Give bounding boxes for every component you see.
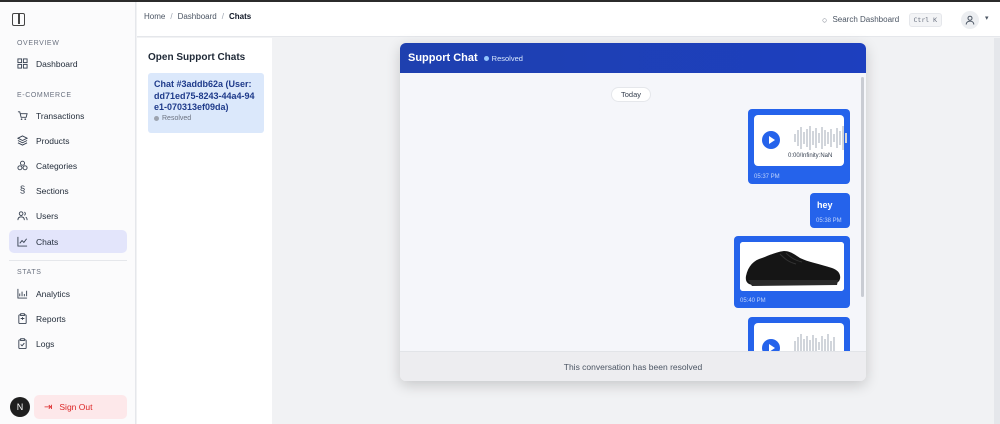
breadcrumb: Home / Dashboard / Chats <box>144 12 251 21</box>
chat-scrollbar[interactable] <box>861 77 864 297</box>
search-icon: ○ <box>822 14 828 25</box>
shapes-icon <box>17 160 28 171</box>
waveform <box>794 125 847 151</box>
sidebar-item-label: Products <box>36 135 70 146</box>
breadcrumb-current: Chats <box>228 12 252 21</box>
audio-duration: 0:00/Infinity:NaN <box>788 153 833 159</box>
search-input[interactable]: ○ Search Dashboard Ctrl K <box>816 10 946 29</box>
play-icon[interactable] <box>762 339 780 351</box>
sidebar-item-label: Logs <box>36 338 55 349</box>
sidebar-item-products[interactable]: Products <box>9 129 127 152</box>
sidebar-item-label: Chats <box>36 236 59 247</box>
dashboard-icon <box>17 58 28 69</box>
clipboard-icon <box>17 313 28 324</box>
section-label-stats: STATS <box>17 269 42 276</box>
sidebar-item-categories[interactable]: Categories <box>9 154 127 177</box>
section-label-overview: OVERVIEW <box>17 40 60 47</box>
sidebar-item-reports[interactable]: Reports <box>9 307 127 330</box>
sidebar-item-label: Reports <box>36 313 66 324</box>
user-icon <box>965 15 975 25</box>
section-icon: § <box>19 185 26 196</box>
page-scrollbar[interactable] <box>994 38 1000 424</box>
cart-icon <box>17 110 28 121</box>
audio-player[interactable] <box>754 323 844 351</box>
message-bubble-audio <box>748 317 850 351</box>
sidebar-item-label: Transactions <box>36 110 85 121</box>
resolved-notice: This conversation has been resolved <box>400 351 866 381</box>
message-bubble-image: 05:40 PM <box>734 236 850 308</box>
message-text: hey <box>817 200 833 210</box>
shoe-image[interactable] <box>740 242 844 291</box>
message-bubble-audio: 0:00/Infinity:NaN 05:37 PM <box>748 109 850 184</box>
breadcrumb-home[interactable]: Home <box>144 12 165 21</box>
waveform <box>794 333 835 351</box>
sidebar-item-label: Categories <box>36 160 78 171</box>
chat-header: Support Chat Resolved <box>400 43 866 73</box>
sidebar-item-sections[interactable]: § Sections <box>9 179 127 202</box>
user-menu-button[interactable] <box>961 11 979 29</box>
sidebar-item-label: Dashboard <box>36 58 78 69</box>
sidebar-item-analytics[interactable]: Analytics <box>9 282 127 305</box>
chat-list-item[interactable]: Chat #3addb62a (User: dd71ed75-8243-44a4… <box>148 73 264 133</box>
sidebar-item-users[interactable]: Users <box>9 204 127 227</box>
day-separator: Today <box>611 87 652 102</box>
status-badge: Resolved <box>483 53 523 63</box>
status-dot <box>154 115 159 121</box>
chart-icon <box>17 236 28 247</box>
sidebar-toggle-icon[interactable] <box>12 13 25 26</box>
top-header: Home / Dashboard / Chats ○ Search Dashbo… <box>137 2 1000 37</box>
sidebar-item-chats[interactable]: Chats <box>9 230 127 253</box>
sidebar-item-dashboard[interactable]: Dashboard <box>9 52 127 75</box>
sidebar-item-label: Users <box>36 210 59 221</box>
sidebar-item-label: Sections <box>36 185 69 196</box>
sidebar-divider <box>9 260 127 261</box>
message-list: Today 0:00/Infinity:NaN 05:37 PM hey 05:… <box>400 73 866 351</box>
sign-out-label: Sign Out <box>59 402 93 412</box>
play-icon[interactable] <box>762 131 780 149</box>
chevron-down-icon[interactable]: ▾ <box>985 14 989 22</box>
sidebar-item-logs[interactable]: Logs <box>9 332 127 355</box>
message-bubble-text: hey 05:38 PM <box>810 193 850 228</box>
chat-item-status: Resolved <box>154 115 258 122</box>
sign-out-button[interactable]: ⇥ Sign Out <box>34 395 127 419</box>
chat-status-label: Resolved <box>491 53 523 63</box>
search-placeholder: Search Dashboard <box>832 15 900 24</box>
chat-title: Support Chat <box>408 52 478 64</box>
chat-list-title: Open Support Chats <box>148 52 246 63</box>
message-time: 05:40 PM <box>740 298 766 304</box>
avatar[interactable]: N <box>10 397 30 417</box>
clipboard-check-icon <box>17 338 28 349</box>
users-icon <box>17 210 28 221</box>
audio-player[interactable]: 0:00/Infinity:NaN <box>754 115 847 166</box>
message-time: 05:37 PM <box>754 174 780 180</box>
status-dot <box>483 55 489 61</box>
logout-icon: ⇥ <box>44 401 53 413</box>
breadcrumb-separator: / <box>221 12 224 21</box>
sidebar-item-label: Analytics <box>36 288 71 299</box>
layers-icon <box>17 135 28 146</box>
section-label-ecommerce: E-COMMERCE <box>17 92 72 99</box>
sidebar: OVERVIEW Dashboard E-COMMERCE Transactio… <box>0 2 136 424</box>
sidebar-item-transactions[interactable]: Transactions <box>9 104 127 127</box>
breadcrumb-separator: / <box>170 12 173 21</box>
support-chat-window: Support Chat Resolved Today 0:00/Infinit… <box>400 43 866 381</box>
chat-item-title: Chat #3addb62a (User: dd71ed75-8243-44a4… <box>154 79 255 112</box>
chat-item-status-label: Resolved <box>162 114 192 122</box>
shortcut-hint: Ctrl K <box>908 13 942 27</box>
analytics-icon <box>17 288 28 299</box>
chat-list-panel: Open Support Chats Chat #3addb62a (User:… <box>137 38 272 424</box>
breadcrumb-dashboard[interactable]: Dashboard <box>178 12 217 21</box>
message-time: 05:38 PM <box>816 218 842 224</box>
